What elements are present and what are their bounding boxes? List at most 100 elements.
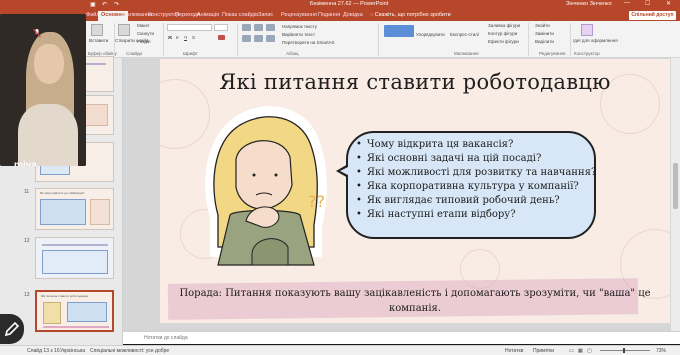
thumb-box (43, 302, 61, 324)
redo-icon[interactable]: ↷ (114, 1, 119, 8)
notes-pane[interactable]: Нотатки до слайда (123, 331, 680, 344)
question-item: Як виглядає типовий робочий день? (356, 194, 596, 208)
tip-text[interactable]: Порада: Питання показують вашу зацікавле… (160, 286, 670, 316)
font-size-select[interactable] (214, 24, 228, 31)
section-button[interactable]: Розділ (137, 39, 150, 44)
slide-sorter-icon[interactable]: ▦ (578, 348, 583, 354)
zoom-slider[interactable] (600, 350, 650, 351)
video-tile[interactable]: miya (0, 14, 86, 166)
zoom-level[interactable]: 73% (656, 348, 666, 354)
question-marks: ?? (308, 192, 325, 211)
tab-slideshow[interactable]: Показ слайдів (222, 12, 258, 18)
question-item: Які основні задачі на цій посаді? (356, 152, 596, 166)
normal-view-icon[interactable]: ▭ (569, 348, 574, 354)
indent-icon[interactable] (266, 24, 275, 31)
editing-group-label: Редагування (539, 51, 566, 56)
minimize-button[interactable]: — (624, 0, 630, 6)
numbering-icon[interactable] (254, 24, 263, 31)
close-button[interactable]: ✕ (666, 0, 671, 7)
ribbon-tabs: Файл Основне Малювання Конструктор Перех… (0, 10, 680, 21)
accessibility-status[interactable]: Спеціальні можливості: усе добре (90, 348, 169, 354)
slide-thumbnail-selected[interactable]: Які питання ставити роботодавцю (35, 290, 114, 332)
question-list[interactable]: Чому відкрита ця вакансія? Які основні з… (356, 138, 596, 222)
designer-icon[interactable] (581, 24, 593, 36)
font-color-icon[interactable] (218, 35, 225, 40)
strikethrough-button[interactable]: S (192, 35, 195, 40)
find-button[interactable]: Знайти (535, 23, 550, 28)
align-text-button[interactable]: Вирівняти текст (282, 32, 315, 37)
language-indicator[interactable]: Українська (60, 348, 85, 354)
slide-canvas[interactable]: Які питання ставити роботодавцю ?? Чому … (160, 59, 670, 323)
zoom-slider-handle[interactable] (623, 348, 625, 353)
save-icon[interactable]: ▣ (90, 1, 96, 8)
underline-button[interactable]: Ч (184, 35, 187, 40)
paragraph-group-label: Абзац (286, 51, 299, 56)
tab-review[interactable]: Рецензування (281, 12, 317, 18)
align-left-icon[interactable] (242, 35, 251, 42)
slide-thumbnail[interactable] (35, 237, 114, 279)
font-name-select[interactable] (167, 24, 212, 31)
share-button[interactable]: Спільний доступ (629, 11, 676, 20)
paste-button[interactable]: Вставити (89, 38, 108, 43)
slides-group-label: Слайди (126, 51, 143, 56)
italic-button[interactable]: К (176, 35, 179, 40)
thumbnail-number: 11 (24, 189, 30, 195)
question-item: Які можливості для розвитку та навчання? (356, 166, 596, 180)
shapes-gallery[interactable] (384, 25, 414, 37)
notes-toggle[interactable]: Нотатки (505, 348, 523, 354)
text-direction-button[interactable]: Напрямок тексту (282, 24, 317, 29)
smartart-button[interactable]: Перетворити на SmartArt (282, 40, 334, 45)
shape-fill-button[interactable]: Заливка фігури (488, 23, 520, 28)
thumb-box (40, 199, 86, 225)
select-button[interactable]: Виділити (535, 39, 554, 44)
ribbon: Вставити Буфер обміну Створити слайд Мак… (0, 21, 680, 58)
tab-animations[interactable]: Анімація (197, 12, 219, 18)
separator (237, 23, 238, 56)
thumbnail-title: Як підготуватися до співбесіди? (40, 191, 85, 195)
user-name[interactable]: Зінченко Зінченко (566, 1, 612, 7)
replace-button[interactable]: Замінити (535, 31, 554, 36)
vertical-scrollbar[interactable] (671, 58, 680, 331)
align-center-icon[interactable] (254, 35, 263, 42)
undo-icon[interactable]: ↶ (102, 1, 107, 8)
pen-icon (4, 321, 20, 337)
bold-button[interactable]: Ж (168, 35, 172, 40)
participant-body (18, 104, 78, 166)
tip-line: компанія. (388, 303, 442, 314)
tab-view[interactable]: Подання (318, 12, 340, 18)
reset-button[interactable]: Скинути (137, 31, 154, 36)
bullets-icon[interactable] (242, 24, 251, 31)
notes-placeholder: Нотатки до слайда (144, 335, 188, 341)
paste-icon[interactable] (91, 24, 103, 36)
comments-toggle[interactable]: Примітки (533, 348, 554, 354)
participant-face (34, 44, 64, 84)
thumb-box (90, 199, 110, 225)
speech-bubble-tail-fill (340, 167, 348, 175)
thumb-box (42, 250, 108, 274)
shape-outline-button[interactable]: Контур фігури (488, 31, 517, 36)
separator (163, 23, 164, 56)
quick-styles-button[interactable]: Експрес-стилі (450, 32, 479, 37)
scrollbar-thumb[interactable] (673, 163, 678, 209)
shape-effects-button[interactable]: Ефекти фігури (488, 39, 519, 44)
thumb-line (43, 326, 109, 328)
thumbnail-number: 13 (24, 292, 30, 298)
tell-me-search[interactable]: ◌ Скажіть, що потрібно зробити (370, 12, 451, 18)
slide-thumbnail[interactable]: Як підготуватися до співбесіди? (35, 188, 114, 230)
layout-button[interactable]: Макет (137, 23, 150, 28)
align-right-icon[interactable] (266, 35, 275, 42)
arrange-button[interactable]: Упорядкувати (416, 32, 445, 37)
reading-view-icon[interactable]: ▢ (587, 348, 592, 354)
separator (528, 23, 529, 56)
designer-group-label: Конструктор (574, 51, 600, 56)
thumbnail-number: 12 (24, 238, 30, 244)
tab-help[interactable]: Довідка (343, 12, 363, 18)
designer-button[interactable]: Ідеї для оформлення (573, 38, 618, 43)
slide-title[interactable]: Які питання ставити роботодавцю (160, 70, 670, 94)
slide-counter: Слайд 13 з 16 (27, 348, 60, 354)
question-item: Які наступні етапи відбору? (356, 208, 596, 222)
maximize-button[interactable]: ☐ (645, 0, 650, 7)
tab-record[interactable]: Запис (258, 12, 273, 18)
font-group-label: Шрифт (183, 51, 198, 56)
new-slide-icon[interactable] (118, 24, 130, 36)
